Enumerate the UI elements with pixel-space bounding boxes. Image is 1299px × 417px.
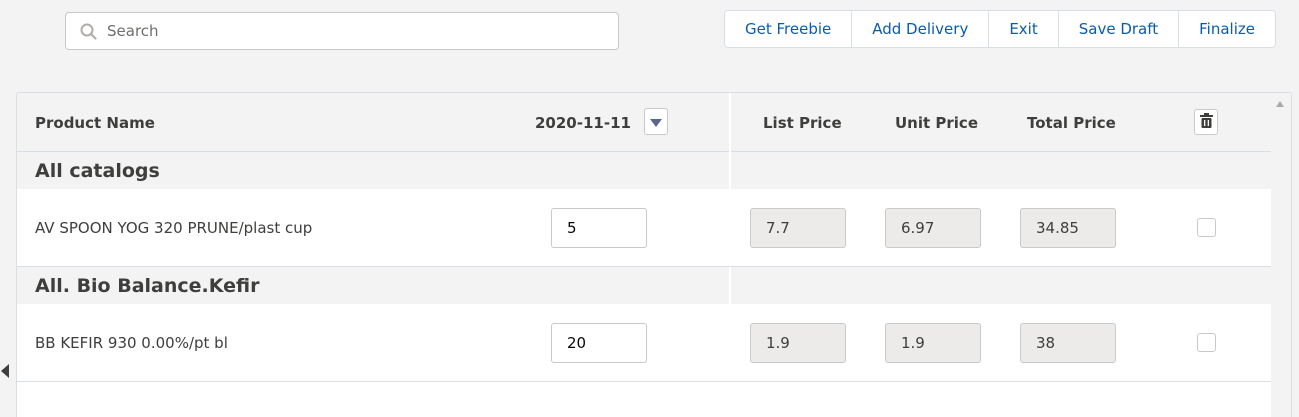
catalog-title: All catalogs (35, 159, 160, 182)
total-price-header: Total Price (1027, 113, 1116, 132)
scroll-up-arrow-icon[interactable] (1276, 101, 1284, 107)
product-name-header: Product Name (35, 113, 155, 132)
date-header: 2020-11-11 (535, 113, 631, 132)
quantity-input[interactable] (551, 323, 647, 363)
total-price-field: 38 (1020, 323, 1116, 363)
product-name: AV SPOON YOG 320 PRUNE/plast cup (35, 219, 313, 237)
vertical-scrollbar[interactable] (1271, 93, 1291, 417)
unit-price-field: 1.9 (885, 323, 981, 363)
trash-icon (1199, 112, 1213, 132)
action-button-group: Get Freebie Add Delivery Exit Save Draft… (724, 10, 1276, 48)
top-toolbar: Get Freebie Add Delivery Exit Save Draft… (0, 0, 1299, 73)
search-icon (80, 22, 98, 40)
catalog-title: All. Bio Balance.Kefir (35, 274, 260, 297)
save-draft-button[interactable]: Save Draft (1058, 11, 1180, 47)
chevron-down-icon (650, 112, 662, 131)
table-row: AV SPOON YOG 320 PRUNE/plast cup 7.7 6.9… (17, 189, 1271, 267)
search-input[interactable] (107, 22, 587, 40)
group-divider (729, 152, 731, 189)
product-name: BB KEFIR 930 0.00%/pt bl (35, 334, 228, 352)
finalize-button[interactable]: Finalize (1179, 11, 1275, 47)
search-box[interactable] (65, 12, 619, 50)
list-price-field: 7.7 (750, 208, 846, 248)
group-divider (729, 267, 731, 304)
date-dropdown-button[interactable] (644, 108, 668, 135)
table-header: Product Name 2020-11-11 List Price Unit … (17, 93, 1271, 152)
exit-button[interactable]: Exit (989, 11, 1059, 47)
add-delivery-button[interactable]: Add Delivery (852, 11, 990, 47)
row-select-checkbox[interactable] (1197, 218, 1216, 237)
order-lines-panel: Product Name 2020-11-11 List Price Unit … (16, 92, 1292, 417)
list-price-field: 1.9 (750, 323, 846, 363)
collapse-left-icon[interactable] (1, 364, 9, 378)
list-price-header: List Price (763, 113, 842, 132)
header-divider (729, 93, 731, 152)
quantity-input[interactable] (551, 208, 647, 248)
catalog-group-row: All. Bio Balance.Kefir (17, 267, 1271, 304)
get-freebie-button[interactable]: Get Freebie (725, 11, 853, 47)
delete-selected-button[interactable] (1194, 109, 1218, 135)
total-price-field: 34.85 (1020, 208, 1116, 248)
unit-price-header: Unit Price (895, 113, 978, 132)
row-select-checkbox[interactable] (1197, 333, 1216, 352)
unit-price-field: 6.97 (885, 208, 981, 248)
table-row: BB KEFIR 930 0.00%/pt bl 1.9 1.9 38 (17, 304, 1271, 382)
catalog-group-row: All catalogs (17, 152, 1271, 189)
